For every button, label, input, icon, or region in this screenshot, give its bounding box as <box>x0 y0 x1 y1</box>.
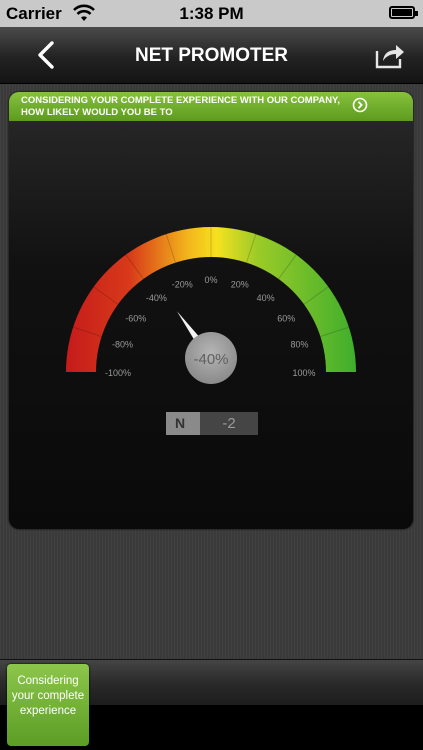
gauge-tick-label: -40% <box>146 293 167 303</box>
gauge-tick-label: -100% <box>105 368 131 378</box>
gauge-value-label: -40% <box>193 351 228 368</box>
nps-gauge: -100%-80%-60%-40%-20% 0% 20%40%60%80%100% … <box>66 227 356 384</box>
share-button[interactable] <box>373 40 407 70</box>
gauge-tick-label: 100% <box>292 368 315 378</box>
gauge-tick-label: 60% <box>277 313 295 323</box>
gauge-tick-label: 0% <box>204 275 217 285</box>
nps-score-box: N -2 <box>166 412 258 435</box>
gauge-tick-label: -20% <box>172 280 193 290</box>
gauge-tick-label: -80% <box>112 339 133 349</box>
tab-label: Considering your complete experience <box>11 675 85 717</box>
tab-considering-experience[interactable]: Considering your complete experience <box>7 664 89 746</box>
page-title: NET PROMOTER <box>134 45 289 66</box>
gauge-tick-label: 80% <box>290 339 308 349</box>
gauge-tick-label: 20% <box>231 280 249 290</box>
gauge-tick-label: -60% <box>125 313 146 323</box>
battery-icon <box>389 6 418 19</box>
gauge-tick-label: 40% <box>257 293 275 303</box>
navigation-bar: NET PROMOTER <box>0 27 423 84</box>
status-time: 1:38 PM <box>179 4 244 23</box>
nps-tag: N <box>166 412 206 435</box>
status-bar: Carrier 1:38 PM <box>0 0 423 27</box>
nps-value: -2 <box>200 412 258 435</box>
share-icon <box>375 45 404 69</box>
survey-card: CONSIDERING YOUR COMPLETE EXPERIENCE WIT… <box>9 92 413 529</box>
